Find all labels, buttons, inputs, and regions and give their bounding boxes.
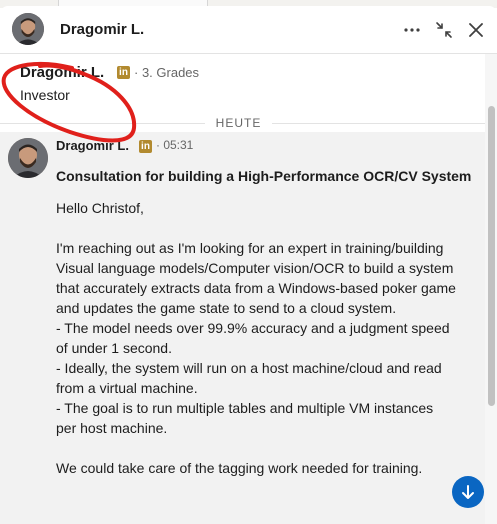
message-timestamp: · 05:31 <box>156 138 194 152</box>
collapse-arrows-icon[interactable] <box>432 18 456 42</box>
message-paragraph: - The model needs over 99.9% accuracy an… <box>56 320 454 356</box>
message-paragraph: Hello Christof, <box>56 200 144 216</box>
divider-line-left <box>0 123 205 124</box>
scrollbar-thumb[interactable] <box>488 106 495 406</box>
message-item: Dragomir L. in · 05:31 Consultation for … <box>0 132 485 524</box>
message-subject: Consultation for building a High-Perform… <box>56 168 472 184</box>
chat-header[interactable]: Dragomir L. <box>0 6 497 54</box>
message-sender[interactable]: Dragomir L. <box>56 138 129 153</box>
message-paragraph <box>56 218 456 238</box>
message-paragraph: - Ideally, the system will run on a host… <box>56 360 446 396</box>
date-divider: HEUTE <box>0 116 485 130</box>
message-paragraph: - The goal is to run multiple tables and… <box>56 400 438 436</box>
conversation-pane[interactable]: Dragomir L. in · 3. Grades Investor HEUT… <box>0 54 485 524</box>
arrow-down-icon <box>462 485 474 499</box>
scroll-to-bottom-button[interactable] <box>452 476 484 508</box>
profile-headline: Investor <box>20 87 70 103</box>
profile-name[interactable]: Dragomir L. <box>20 64 104 81</box>
connection-degree: · 3. Grades <box>134 65 200 80</box>
message-paragraph <box>56 438 456 458</box>
avatar[interactable] <box>12 13 44 45</box>
message-body: Hello Christof, I'm reaching out as I'm … <box>56 198 456 478</box>
message-paragraph: I'm reaching out as I'm looking for an e… <box>56 240 460 316</box>
date-divider-label: HEUTE <box>215 116 262 130</box>
linkedin-premium-icon: in <box>139 140 152 153</box>
sender-avatar[interactable] <box>8 138 48 178</box>
linkedin-premium-icon: in <box>117 66 130 79</box>
chat-header-name[interactable]: Dragomir L. <box>60 21 144 38</box>
close-icon[interactable] <box>464 18 488 42</box>
divider-line-right <box>272 123 485 124</box>
message-paragraph: We could take care of the tagging work n… <box>56 460 423 476</box>
more-horizontal-icon[interactable] <box>400 18 424 42</box>
scrollbar[interactable] <box>485 54 497 524</box>
